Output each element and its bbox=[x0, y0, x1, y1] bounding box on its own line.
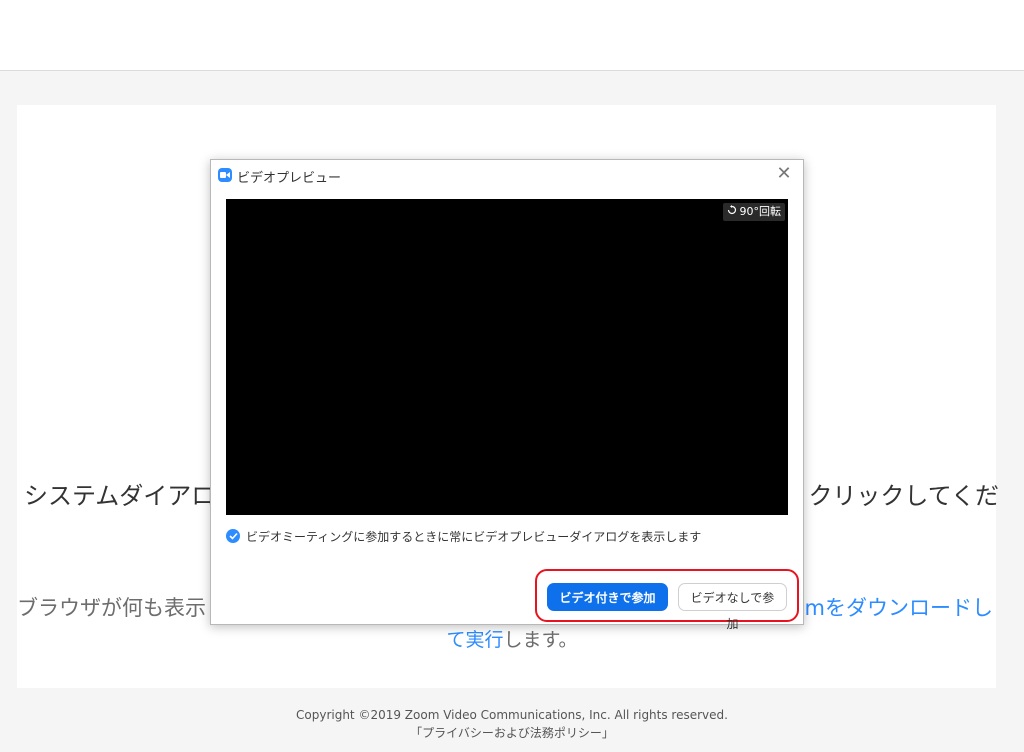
run-link[interactable]: て実行 bbox=[446, 629, 503, 651]
rotate-label: 90°回転 bbox=[739, 205, 782, 218]
dialog-titlebar: ビデオプレビュー ✕ bbox=[211, 160, 803, 190]
always-show-preview-label: ビデオミーティングに参加するときに常にビデオプレビューダイアログを表示します bbox=[246, 529, 702, 544]
rotate-icon bbox=[727, 203, 737, 221]
always-show-preview-checkbox[interactable] bbox=[226, 529, 240, 543]
top-bar bbox=[0, 0, 1024, 71]
close-icon[interactable]: ✕ bbox=[775, 165, 793, 183]
rotate-button[interactable]: 90°回転 bbox=[722, 203, 785, 221]
always-show-preview-option[interactable]: ビデオミーティングに参加するときに常にビデオプレビューダイアログを表示します bbox=[226, 527, 701, 545]
instruction-text-right: クリックしてくだ bbox=[808, 482, 999, 510]
instruction-text-left: システムダイアロ bbox=[24, 482, 216, 510]
dialog-title: ビデオプレビュー bbox=[237, 171, 342, 186]
video-preview-area: 90°回転 bbox=[226, 199, 788, 515]
footer-copyright: Copyright ©2019 Zoom Video Communication… bbox=[296, 708, 728, 722]
zoom-app-icon bbox=[218, 168, 232, 182]
check-icon bbox=[228, 532, 238, 540]
run-text: します。 bbox=[503, 629, 578, 651]
run-line: て実行します。 bbox=[0, 625, 1024, 652]
footer: Copyright ©2019 Zoom Video Communication… bbox=[0, 706, 1024, 742]
browser-note-left: ブラウザが何も表示 bbox=[17, 596, 206, 620]
privacy-policy-link[interactable]: 「プライバシーおよび法務ポリシー」 bbox=[0, 724, 1024, 742]
join-without-video-button[interactable]: ビデオなしで参加 bbox=[678, 583, 787, 631]
video-preview-dialog: ビデオプレビュー ✕ 90°回転 ビデオミーティングに参加するときに常にビデオプ… bbox=[210, 159, 804, 631]
join-with-video-button[interactable]: ビデオ付きで参加 bbox=[547, 583, 668, 611]
download-zoom-link[interactable]: omをダウンロードし bbox=[792, 592, 993, 622]
